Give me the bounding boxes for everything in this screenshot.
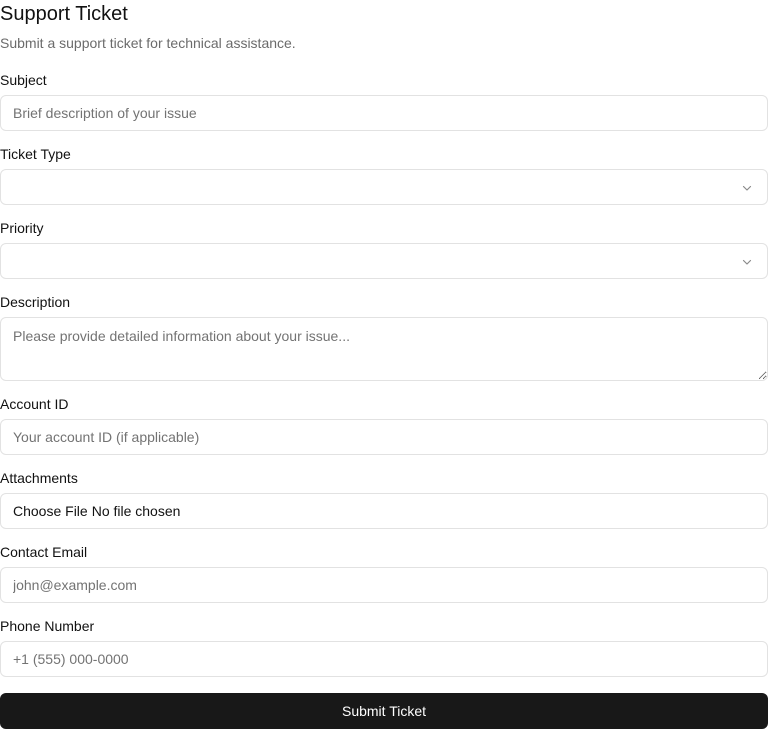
chevron-down-icon [742,185,752,191]
support-ticket-page: Support Ticket Submit a support ticket f… [0,0,768,729]
chevron-down-icon [742,259,752,265]
phone-number-label: Phone Number [0,618,95,634]
file-status-text: No file chosen [91,503,181,519]
subject-label: Subject [0,72,47,88]
description-label: Description [0,294,71,310]
priority-label: Priority [0,220,44,236]
submit-ticket-button[interactable]: Submit Ticket [0,693,768,729]
ticket-type-label: Ticket Type [0,146,71,162]
choose-file-button[interactable]: Choose File [13,503,88,519]
ticket-type-select[interactable] [0,169,768,205]
account-id-label: Account ID [0,396,69,412]
account-id-input[interactable] [0,419,768,455]
attachments-label: Attachments [0,470,78,486]
subject-input[interactable] [0,95,768,131]
page-subtitle: Submit a support ticket for technical as… [0,35,296,51]
attachments-file-input[interactable]: Choose File No file chosen [0,493,768,529]
description-textarea[interactable] [0,317,768,381]
contact-email-input[interactable] [0,567,768,603]
priority-select[interactable] [0,243,768,279]
phone-number-input[interactable] [0,641,768,677]
contact-email-label: Contact Email [0,544,88,560]
page-title: Support Ticket [0,3,128,25]
